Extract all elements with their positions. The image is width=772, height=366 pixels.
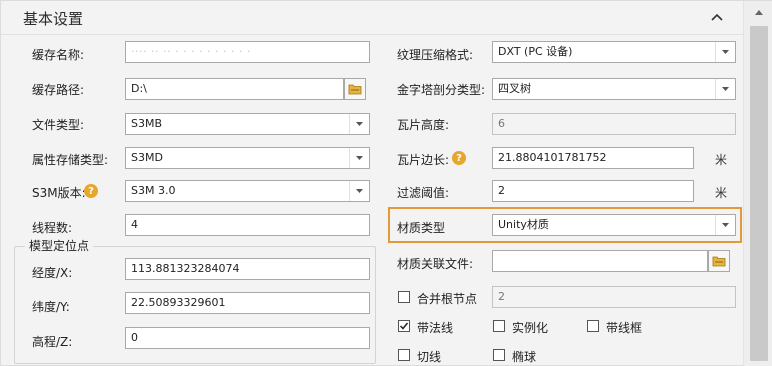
elevation-label: 高程/Z: (32, 335, 73, 349)
cache-path-label: 缓存路径: (32, 83, 85, 97)
check-icon (399, 322, 409, 330)
chevron-down-icon (715, 215, 735, 235)
tangent-checkbox[interactable] (398, 349, 410, 361)
chevron-up-icon[interactable] (707, 7, 727, 27)
tile-side-label: 瓦片边长: (397, 153, 450, 167)
folder-icon (712, 256, 726, 267)
texture-compression-value: DXT (PC 设备) (498, 45, 573, 58)
file-type-value: S3MB (131, 117, 163, 130)
browse-material-file-button[interactable] (708, 250, 730, 272)
material-file-label: 材质关联文件: (397, 257, 474, 271)
tile-height-label: 瓦片高度: (397, 118, 450, 132)
elevation-input[interactable]: 0 (125, 327, 370, 349)
chevron-down-icon (349, 114, 369, 134)
material-type-select[interactable]: Unity材质 (492, 214, 736, 236)
chevron-down-icon (715, 79, 735, 99)
chevron-down-icon (349, 181, 369, 201)
instancing-label: 实例化 (512, 321, 549, 335)
help-icon[interactable]: ? (452, 151, 466, 165)
normals-label: 带法线 (417, 321, 454, 335)
file-type-label: 文件类型: (32, 118, 85, 132)
material-type-value: Unity材质 (498, 218, 549, 231)
scroll-up-icon[interactable] (752, 5, 766, 19)
scrollbar-thumb[interactable] (750, 26, 768, 361)
instancing-checkbox[interactable] (493, 320, 505, 332)
pyramid-split-select[interactable]: 四叉树 (492, 78, 736, 100)
material-type-label: 材质类型 (397, 221, 446, 235)
attr-storage-value: S3MD (131, 151, 163, 164)
pyramid-split-label: 金字塔剖分类型: (397, 83, 486, 97)
merge-root-input: 2 (492, 286, 736, 308)
merge-root-label: 合并根节点 (417, 292, 478, 306)
wireframe-label: 带线框 (606, 321, 643, 335)
ellipsoid-checkbox[interactable] (493, 349, 505, 361)
filter-threshold-input[interactable]: 2 (492, 180, 694, 202)
chevron-down-icon (715, 42, 735, 62)
texture-compression-label: 纹理压缩格式: (397, 48, 474, 62)
cache-name-label: 缓存名称: (32, 48, 85, 62)
wireframe-checkbox[interactable] (587, 320, 599, 332)
filter-threshold-label: 过滤阈值: (397, 186, 450, 200)
attr-storage-label: 属性存储类型: (32, 153, 109, 167)
tile-side-input[interactable]: 21.8804101781752 (492, 147, 694, 169)
attr-storage-select[interactable]: S3MD (125, 147, 370, 169)
file-type-select[interactable]: S3MB (125, 113, 370, 135)
merge-root-checkbox[interactable] (398, 291, 410, 303)
chevron-down-icon (349, 148, 369, 168)
tile-height-input: 6 (492, 113, 736, 135)
longitude-label: 经度/X: (32, 266, 73, 280)
vertical-scrollbar[interactable] (743, 1, 772, 366)
thread-count-label: 线程数: (32, 221, 73, 235)
folder-icon (348, 84, 362, 95)
pyramid-split-value: 四叉树 (498, 82, 531, 95)
tangent-label: 切线 (417, 350, 442, 364)
s3m-version-label: S3M版本: (32, 186, 86, 200)
ellipsoid-label: 椭球 (512, 350, 537, 364)
model-position-title: 模型定位点 (25, 237, 94, 254)
normals-checkbox[interactable] (398, 320, 410, 332)
latitude-label: 纬度/Y: (32, 300, 70, 314)
texture-compression-select[interactable]: DXT (PC 设备) (492, 41, 736, 63)
s3m-version-value: S3M 3.0 (131, 184, 176, 197)
material-file-input[interactable] (492, 250, 708, 272)
basic-settings-panel: 基本设置 缓存名称: ···· ·· ·· · · · · · · · · · … (0, 0, 772, 366)
browse-cache-path-button[interactable] (344, 78, 366, 100)
thread-count-input[interactable]: 4 (125, 214, 370, 236)
tile-side-unit: 米 (715, 153, 728, 167)
panel-header: 基本设置 (1, 1, 743, 35)
cache-name-input[interactable]: ···· ·· ·· · · · · · · · · · · (125, 41, 370, 63)
longitude-input[interactable]: 113.881323284074 (125, 258, 370, 280)
panel-title: 基本设置 (23, 10, 84, 28)
cache-path-input[interactable]: D:\ (125, 78, 344, 100)
filter-threshold-unit: 米 (715, 186, 728, 200)
latitude-input[interactable]: 22.50893329601 (125, 292, 370, 314)
help-icon[interactable]: ? (84, 184, 98, 198)
s3m-version-select[interactable]: S3M 3.0 (125, 180, 370, 202)
